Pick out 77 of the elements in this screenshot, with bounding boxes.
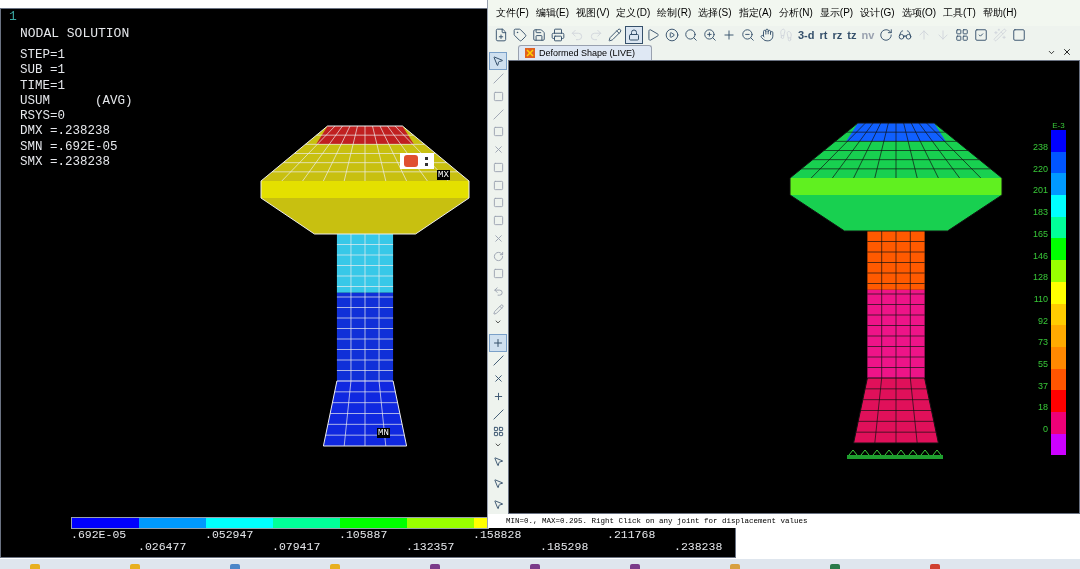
legend-label: 92	[1038, 315, 1048, 326]
menu-item[interactable]: 分析(N)	[778, 7, 813, 19]
legend-label: 165	[1032, 228, 1048, 239]
view-button[interactable]: rt	[817, 28, 830, 42]
max-marker: MX	[437, 170, 450, 180]
legend-label: .238238	[674, 541, 723, 553]
menu-item[interactable]: 视图(V)	[576, 7, 610, 19]
legend-unit: E-3	[1052, 121, 1065, 130]
taskbar-icon[interactable]	[530, 564, 540, 569]
legend-label: .211768	[607, 529, 656, 541]
save-icon[interactable]	[530, 26, 548, 44]
legend-label: .158828	[473, 529, 522, 541]
menu-item[interactable]: 定义(D)	[616, 7, 651, 19]
more-icon[interactable]	[494, 440, 502, 449]
legend-label: 201	[1032, 185, 1048, 196]
frame-number: 1	[9, 9, 17, 24]
menu-item[interactable]: 指定(A)	[738, 7, 772, 19]
legend-label: 37	[1038, 380, 1048, 391]
view-button[interactable]: tz	[845, 28, 859, 42]
taskbar-icon[interactable]	[830, 564, 840, 569]
legend-label: 128	[1032, 272, 1048, 283]
legend-label: 220	[1032, 163, 1048, 174]
taskbar-icon[interactable]	[230, 564, 240, 569]
menu-item[interactable]: 设计(G)	[860, 7, 895, 19]
legend-label: 183	[1032, 207, 1048, 218]
menu-item[interactable]: 编辑(E)	[535, 7, 570, 19]
ime-widget-icon	[400, 153, 434, 169]
tab-icon	[525, 48, 535, 58]
taskbar-icon[interactable]	[930, 564, 940, 569]
pointer-icon[interactable]	[489, 52, 507, 70]
dropdown-icon[interactable]	[1047, 48, 1056, 57]
taskbar-icon[interactable]	[430, 564, 440, 569]
min-marker: MN	[377, 428, 390, 438]
legend-label: 238	[1032, 142, 1048, 152]
printer-icon[interactable]	[549, 26, 567, 44]
legend-label: .185298	[540, 541, 589, 553]
close-icon[interactable]	[1062, 47, 1072, 57]
info-line: SMX =.238238	[20, 155, 110, 171]
legend-label: 18	[1038, 402, 1048, 413]
lock-icon[interactable]	[625, 26, 643, 44]
legend-label: 110	[1033, 293, 1048, 304]
info-line: STEP=1	[20, 48, 65, 64]
info-line: DMX =.238238	[20, 124, 110, 140]
menu-item[interactable]: 显示(P)	[819, 7, 854, 19]
tag-icon[interactable]	[511, 26, 529, 44]
menu-item[interactable]: 帮助(H)	[982, 7, 1017, 19]
legend-label: .692E-05	[71, 529, 127, 541]
plot-title: NODAL SOLUTION	[20, 26, 130, 42]
menu-item[interactable]: 绘制(R)	[657, 7, 692, 19]
legend-label: .052947	[205, 529, 254, 541]
view-tab[interactable]: Deformed Shape (LIVE)	[518, 45, 652, 60]
legend-label: .105887	[339, 529, 388, 541]
info-line: RSYS=0	[20, 109, 65, 125]
zoom-icon[interactable]	[682, 26, 700, 44]
pencil-icon[interactable]	[606, 26, 624, 44]
legend-label: .026477	[138, 541, 187, 553]
legend-label: .132357	[406, 541, 455, 553]
info-line: USUM (AVG)	[20, 93, 133, 110]
menu-item[interactable]: 文件(F)	[496, 7, 529, 19]
zoom-out-icon[interactable]	[739, 26, 757, 44]
run-step-icon[interactable]	[663, 26, 681, 44]
info-line: SUB =1	[20, 63, 65, 79]
legend-label: 55	[1038, 359, 1048, 369]
menu-item[interactable]: 选择(S)	[698, 7, 732, 19]
view-button[interactable]: rz	[830, 28, 845, 42]
info-line: TIME=1	[20, 78, 65, 94]
zoom-in-icon[interactable]	[701, 26, 719, 44]
menu-item[interactable]: 工具(T)	[943, 7, 976, 19]
legend-label: .079417	[272, 541, 321, 553]
legend-label: 73	[1038, 337, 1048, 348]
hand-icon[interactable]	[758, 26, 776, 44]
view-button[interactable]: 3-d	[796, 28, 817, 42]
legend-label: 0	[1043, 424, 1048, 435]
menu-item[interactable]: 选项(O)	[901, 7, 937, 19]
legend-label: 146	[1032, 250, 1048, 261]
info-line: SMN =.692E-05	[20, 139, 118, 156]
taskbar-icon[interactable]	[630, 564, 640, 569]
